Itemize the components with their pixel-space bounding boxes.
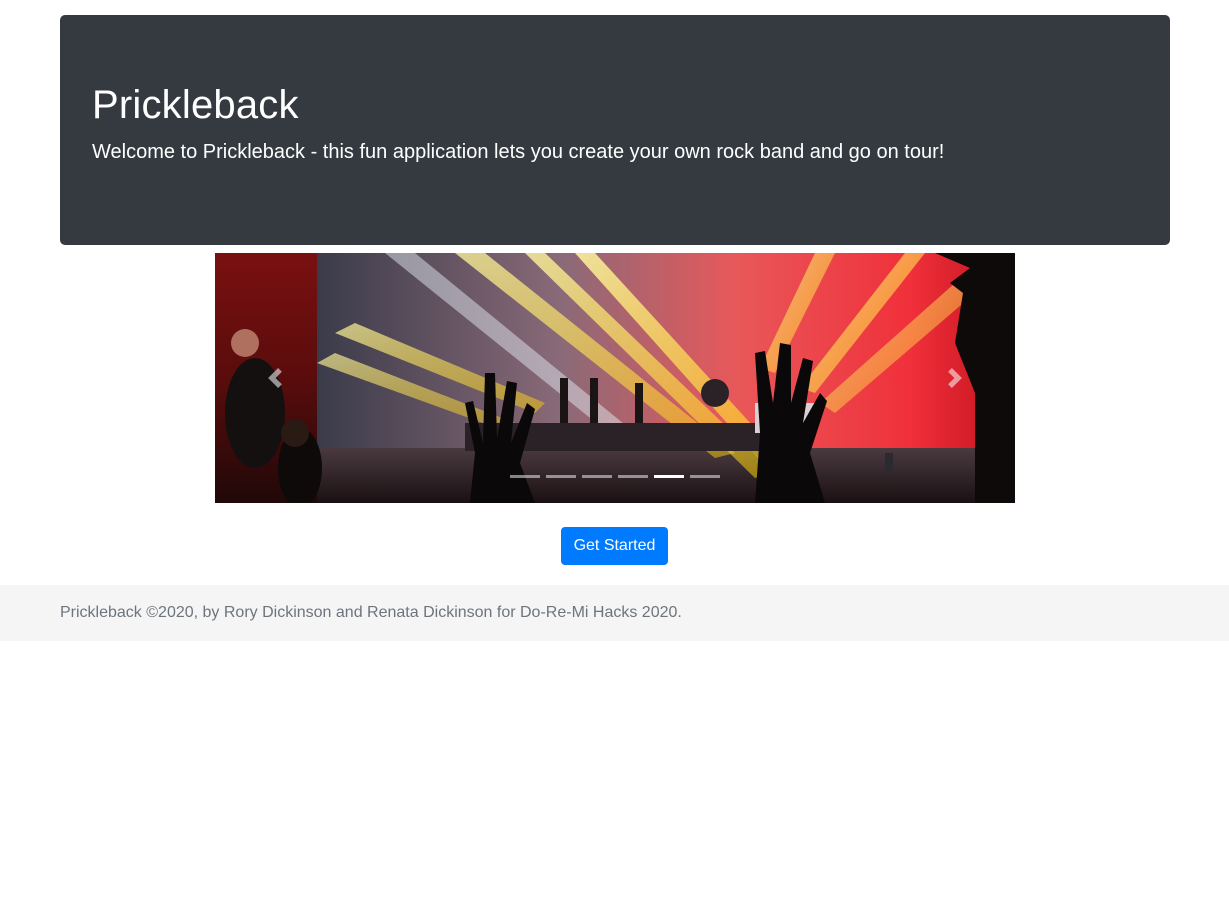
carousel-indicator-active[interactable] xyxy=(654,475,684,478)
footer: Prickleback ©2020, by Rory Dickinson and… xyxy=(0,585,1229,641)
carousel-next-button[interactable] xyxy=(895,253,1015,503)
carousel-indicators xyxy=(215,475,1015,478)
carousel-indicator[interactable] xyxy=(690,475,720,478)
carousel-indicator[interactable] xyxy=(510,475,540,478)
carousel-indicator[interactable] xyxy=(546,475,576,478)
image-carousel[interactable] xyxy=(215,253,1015,503)
page-title: Prickleback xyxy=(92,83,299,127)
chevron-left-icon xyxy=(268,368,282,388)
get-started-button[interactable]: Get Started xyxy=(560,527,669,565)
carousel-indicator[interactable] xyxy=(582,475,612,478)
jumbotron: Prickleback Welcome to Prickleback - thi… xyxy=(60,15,1170,245)
welcome-lead: Welcome to Prickleback - this fun applic… xyxy=(92,141,945,163)
carousel-prev-button[interactable] xyxy=(215,253,335,503)
actions: Get Started xyxy=(0,527,1229,565)
chevron-right-icon xyxy=(948,368,962,388)
footer-text: Prickleback ©2020, by Rory Dickinson and… xyxy=(60,604,682,621)
carousel-indicator[interactable] xyxy=(618,475,648,478)
